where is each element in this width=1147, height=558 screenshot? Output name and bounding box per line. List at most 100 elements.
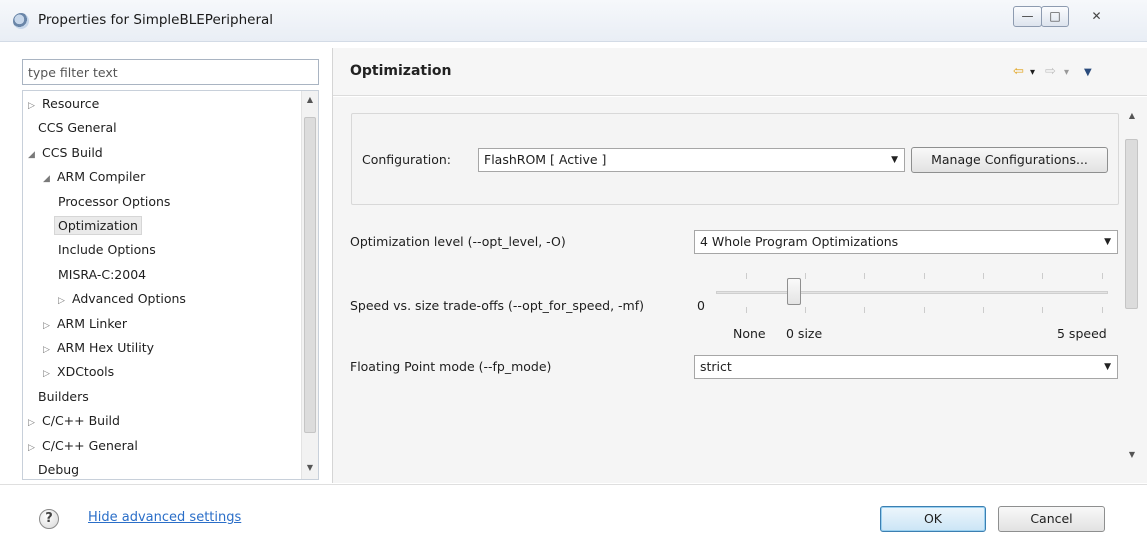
tree-item[interactable]: ▷ C/C++ Build: [28, 410, 120, 432]
forward-arrow-icon[interactable]: ⇨: [1045, 64, 1056, 79]
tree-item-label: Resource: [42, 96, 100, 111]
expand-arrow-icon[interactable]: ▷: [43, 363, 57, 385]
tree-item-label: Include Options: [58, 242, 156, 258]
tree-item[interactable]: Optimization: [54, 215, 142, 237]
slider-tick: [805, 273, 806, 279]
slider-tick: [1042, 307, 1043, 313]
maximize-button[interactable]: □: [1041, 6, 1069, 27]
filter-input[interactable]: [22, 59, 319, 85]
tree-item-label: Advanced Options: [72, 291, 186, 307]
tree-item-label: XDCtools: [57, 364, 115, 380]
scroll-up-icon[interactable]: ▲: [1124, 111, 1140, 120]
fp-mode-label: Floating Point mode (--fp_mode): [350, 359, 552, 374]
collapse-arrow-icon[interactable]: ◢: [43, 168, 57, 190]
slider-min-label: None: [733, 326, 766, 341]
hide-advanced-settings-link[interactable]: Hide advanced settings: [88, 510, 241, 525]
configuration-value: FlashROM [ Active ]: [484, 152, 607, 167]
tree-scroll-thumb[interactable]: [304, 117, 316, 433]
scroll-down-icon[interactable]: ▼: [302, 463, 318, 472]
tree-item[interactable]: ▷ XDCtools: [43, 361, 114, 383]
expand-arrow-icon[interactable]: ▷: [43, 315, 57, 337]
configuration-group: Configuration: FlashROM [ Active ] ▼ Man…: [351, 113, 1119, 205]
tree-item-label: CCS General: [38, 120, 117, 136]
tree-item[interactable]: MISRA-C:2004: [58, 264, 146, 286]
tree-item[interactable]: Builders: [38, 386, 89, 408]
chevron-down-icon: ▼: [1104, 362, 1111, 372]
collapse-arrow-icon[interactable]: ◢: [28, 144, 42, 166]
expand-arrow-icon[interactable]: ▷: [58, 290, 72, 312]
app-icon: [13, 13, 29, 29]
settings-tree: ▷ Resource CCS General ◢ CCS Build ◢ ARM Compi…: [22, 90, 319, 480]
tree-item[interactable]: ▷ ARM Linker: [43, 313, 127, 335]
tree-item[interactable]: ▷ Resource: [28, 93, 99, 115]
window-title: Properties for SimpleBLEPeripheral: [38, 12, 274, 28]
cancel-button[interactable]: Cancel: [998, 506, 1105, 532]
page-body: Configuration: FlashROM [ Active ] ▼ Man…: [333, 97, 1147, 483]
expand-arrow-icon[interactable]: ▷: [28, 412, 42, 434]
close-button[interactable]: ✕: [1076, 6, 1117, 27]
opt-level-select[interactable]: 4 Whole Program Optimizations ▼: [694, 230, 1118, 254]
page-title: Optimization: [350, 63, 452, 79]
tree-item[interactable]: Processor Options: [58, 191, 170, 213]
slider-tick: [1102, 307, 1103, 313]
chevron-down-icon: ▼: [891, 155, 898, 165]
tree-item-label: C/C++ Build: [42, 413, 120, 429]
tree-item[interactable]: ▷ Advanced Options: [58, 288, 186, 310]
tree-item[interactable]: Debug: [38, 459, 80, 479]
page-scroll-thumb[interactable]: [1125, 139, 1138, 309]
tree-item-label: Builders: [38, 388, 89, 404]
scroll-down-icon[interactable]: ▼: [1124, 450, 1140, 459]
help-icon[interactable]: ?: [39, 509, 59, 529]
speed-size-slider-thumb[interactable]: [787, 278, 802, 305]
speed-size-slider-track[interactable]: [716, 291, 1108, 294]
tree-item[interactable]: ▷ ARM Hex Utility: [43, 337, 154, 359]
tree-item[interactable]: ◢ CCS Build: [28, 142, 103, 164]
slider-tick: [746, 307, 747, 313]
tree-item-label: CCS Build: [42, 144, 103, 160]
tree-item-label: Optimization: [54, 216, 142, 235]
manage-configurations-button[interactable]: Manage Configurations...: [911, 147, 1108, 173]
tree-item-label: Processor Options: [58, 193, 171, 209]
slider-tick: [1102, 273, 1103, 279]
slider-zero-label: 0 size: [786, 326, 823, 341]
tree-item-label: MISRA-C:2004: [58, 266, 147, 282]
scroll-up-icon[interactable]: ▲: [302, 95, 318, 104]
slider-tick: [746, 273, 747, 279]
speed-size-label: Speed vs. size trade-offs (--opt_for_spe…: [350, 298, 645, 313]
slider-tick: [864, 273, 865, 279]
back-menu-icon[interactable]: ▾: [1030, 67, 1035, 78]
page-scrollbar[interactable]: ▲ ▼: [1123, 97, 1141, 469]
tree-item[interactable]: ◢ ARM Compiler: [43, 166, 145, 188]
slider-tick: [864, 307, 865, 313]
tree-item[interactable]: Include Options: [58, 239, 156, 261]
forward-menu-icon[interactable]: ▾: [1064, 67, 1069, 78]
page-header: Optimization ⇦ ▾ ⇨ ▾ ▼: [333, 48, 1147, 96]
slider-max-label: 5 speed: [1057, 326, 1107, 341]
tree-item-label: ARM Compiler: [57, 169, 146, 185]
configuration-label: Configuration:: [362, 152, 451, 167]
fp-mode-select[interactable]: strict ▼: [694, 355, 1118, 379]
slider-tick: [1042, 273, 1043, 279]
tree-item-label: Debug: [38, 462, 80, 477]
tree-item[interactable]: ▷ C/C++ General: [28, 435, 138, 457]
speed-size-value: 0: [697, 298, 705, 313]
tree-scrollbar[interactable]: ▲ ▼: [301, 91, 318, 479]
ok-button[interactable]: OK: [880, 506, 986, 532]
tree-item-label: ARM Linker: [57, 315, 127, 331]
back-arrow-icon[interactable]: ⇦: [1013, 64, 1024, 79]
chevron-down-icon: ▼: [1104, 237, 1111, 247]
expand-arrow-icon[interactable]: ▷: [28, 437, 42, 459]
fp-mode-value: strict: [700, 359, 732, 374]
slider-tick: [983, 273, 984, 279]
expand-arrow-icon[interactable]: ▷: [28, 95, 42, 117]
expand-arrow-icon[interactable]: ▷: [43, 339, 57, 361]
tree-item-label: ARM Hex Utility: [57, 340, 155, 355]
dialog-footer: ? Hide advanced settings OK Cancel: [0, 484, 1147, 558]
opt-level-value: 4 Whole Program Optimizations: [700, 234, 899, 249]
slider-tick: [805, 307, 806, 313]
tree-item[interactable]: CCS General: [38, 117, 117, 139]
view-menu-icon[interactable]: ▼: [1084, 67, 1092, 78]
minimize-button[interactable]: —: [1013, 6, 1042, 27]
slider-tick: [983, 307, 984, 313]
configuration-select[interactable]: FlashROM [ Active ] ▼: [478, 148, 905, 172]
